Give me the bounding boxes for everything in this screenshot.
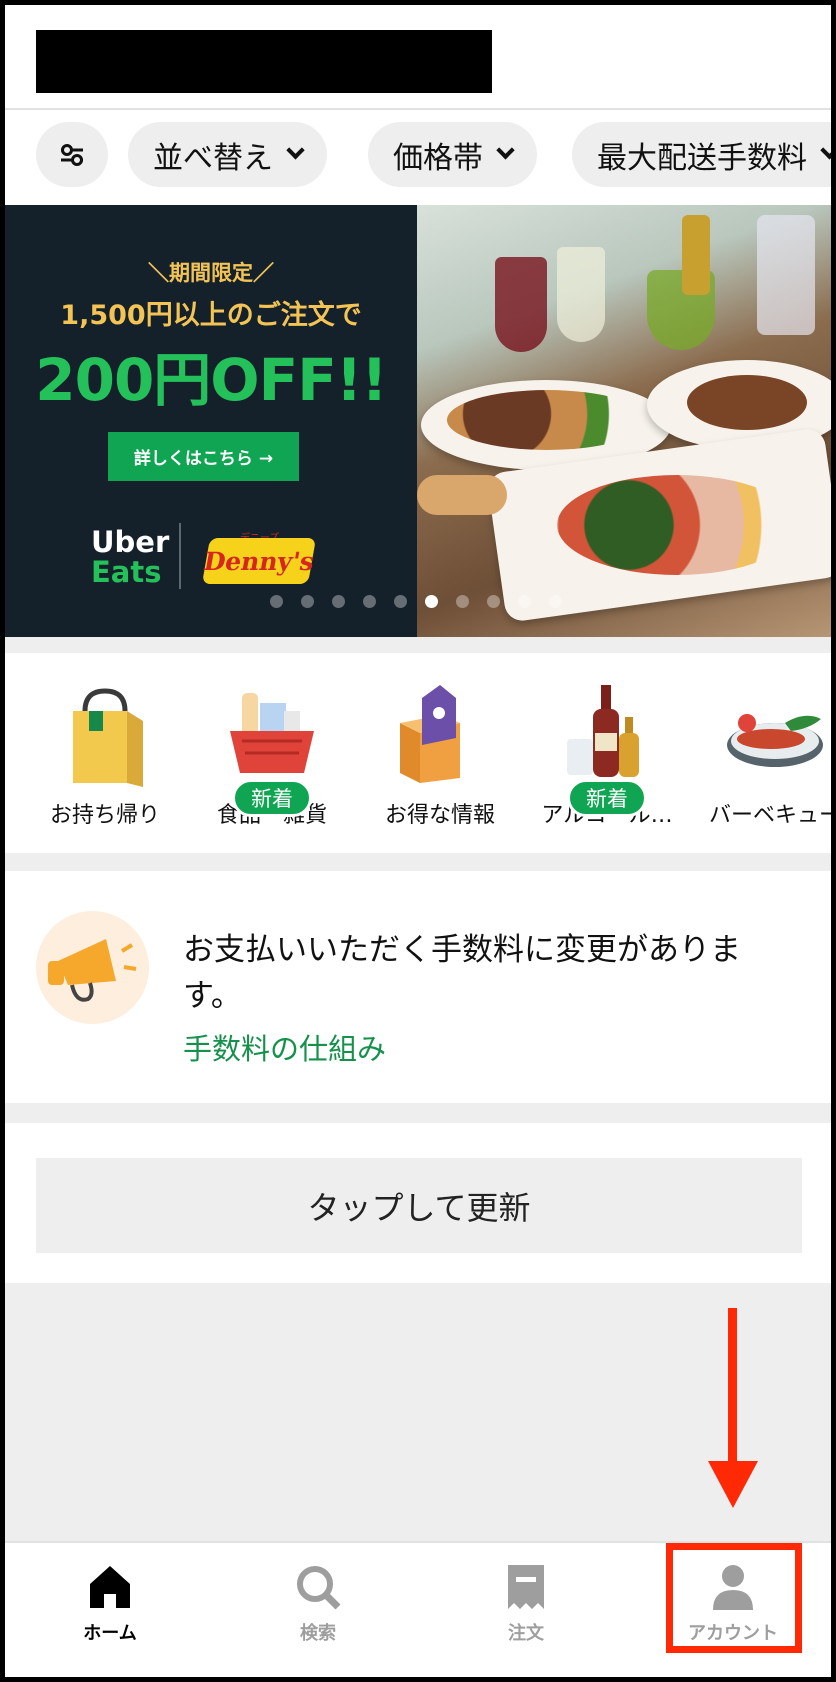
dennys-logo-text: Denny's: [201, 546, 317, 576]
megaphone-icon: [36, 911, 149, 1024]
wine-glass: [495, 257, 547, 352]
nav-orders[interactable]: 注文: [426, 1561, 626, 1645]
alcohol-bottles-icon: 新着: [557, 683, 657, 817]
salad-food: [557, 475, 797, 575]
carousel-dot[interactable]: [363, 595, 376, 608]
fee-notice-card: お支払いいただく手数料に変更があります。 手数料の仕組み: [5, 871, 831, 1103]
category-shortcuts: お持ち帰り 新着 食品・雑貨: [5, 653, 831, 853]
category-alcohol[interactable]: 新着 アルコール…: [523, 653, 691, 829]
app-frame: 並べ替え 価格帯 最大配送手数料 ＼期間限定／ 1,500円以上のご注文で 20…: [0, 0, 836, 1682]
deal-tag-box-icon: [390, 683, 490, 793]
promo-tag: ＼期間限定／: [148, 261, 274, 285]
bbq-plate-icon: [725, 683, 825, 793]
water-bottle: [757, 215, 815, 335]
carousel-dot[interactable]: [487, 595, 500, 608]
sliders-icon: [61, 143, 83, 166]
uber-eats-logo: Uber Eats: [91, 527, 169, 587]
tap-to-refresh-button[interactable]: タップして更新: [36, 1158, 802, 1253]
carousel-indicator: [270, 595, 562, 609]
annotation-highlight-box: [666, 1543, 802, 1653]
steak-food: [447, 390, 647, 450]
filter-settings-button[interactable]: [36, 122, 108, 187]
chevron-down-icon: [820, 141, 831, 160]
nav-search-label: 検索: [300, 1623, 336, 1644]
carousel-dot[interactable]: [518, 595, 531, 608]
oil-bottle: [682, 215, 710, 295]
promo-headline: 200円OFF!!: [35, 346, 388, 414]
filter-bar: 並べ替え 価格帯 最大配送手数料: [5, 113, 831, 203]
carousel-dot-active[interactable]: [425, 595, 438, 608]
top-bar: [5, 5, 831, 113]
new-badge: 新着: [567, 779, 647, 817]
carousel-dot[interactable]: [394, 595, 407, 608]
takeout-bag-icon: [55, 683, 155, 793]
category-label: お得な情報: [384, 803, 495, 828]
carousel-dot[interactable]: [549, 595, 562, 608]
home-icon: [10, 1561, 210, 1613]
sort-chip-label: 並べ替え: [153, 140, 273, 176]
redacted-address: [36, 30, 492, 93]
refresh-section: タップして更新: [5, 1123, 831, 1283]
nav-home[interactable]: ホーム: [10, 1561, 210, 1645]
logo-divider: [179, 523, 181, 589]
eats-logo-text: Eats: [91, 555, 162, 589]
section-divider: [5, 1103, 831, 1123]
max-delivery-fee-chip[interactable]: 最大配送手数料: [572, 122, 831, 187]
promo-details-button[interactable]: 詳しくはこちら →: [108, 432, 299, 481]
nav-home-label: ホーム: [83, 1623, 137, 1644]
category-grocery[interactable]: 新着 食品・雑貨: [188, 653, 356, 829]
top-divider: [5, 108, 831, 110]
dennys-logo: Denny's: [201, 538, 317, 584]
carousel-dot[interactable]: [332, 595, 345, 608]
new-badge: 新着: [232, 779, 312, 817]
annotation-arrow-head: [708, 1461, 758, 1508]
fee-notice-text: お支払いいただく手数料に変更があります。: [183, 932, 741, 1014]
promo-food-photo: [417, 205, 831, 637]
max-delivery-fee-chip-label: 最大配送手数料: [597, 140, 807, 176]
category-label: バーベキュー: [708, 803, 831, 828]
price-range-chip[interactable]: 価格帯: [368, 122, 537, 187]
chevron-down-icon: [286, 141, 305, 160]
wine-glass: [557, 247, 605, 342]
category-takeout[interactable]: お持ち帰り: [21, 653, 189, 829]
promo-condition: 1,500円以上のご注文で: [60, 300, 362, 331]
promo-banner-text-panel: ＼期間限定／ 1,500円以上のご注文で 200円OFF!! 詳しくはこちら →…: [5, 205, 417, 637]
promo-banner[interactable]: ＼期間限定／ 1,500円以上のご注文で 200円OFF!! 詳しくはこちら →…: [5, 205, 831, 637]
search-icon: [218, 1561, 418, 1613]
bread-food: [417, 475, 507, 515]
sort-chip[interactable]: 並べ替え: [128, 122, 327, 187]
grocery-basket-icon: 新着: [222, 683, 322, 817]
nav-search[interactable]: 検索: [218, 1561, 418, 1645]
annotation-arrow-shaft: [728, 1308, 737, 1463]
section-divider: [5, 853, 831, 871]
carousel-dot[interactable]: [456, 595, 469, 608]
category-deals[interactable]: お得な情報: [356, 653, 524, 829]
uber-logo-text: Uber: [91, 525, 170, 559]
category-label: お持ち帰り: [49, 803, 160, 828]
chevron-down-icon: [496, 141, 515, 160]
price-range-chip-label: 価格帯: [393, 140, 483, 176]
hamburg-food: [687, 375, 807, 430]
nav-orders-label: 注文: [508, 1623, 544, 1644]
receipt-icon: [426, 1561, 626, 1613]
fee-structure-link[interactable]: 手数料の仕組み: [183, 1026, 386, 1068]
carousel-dot[interactable]: [301, 595, 314, 608]
section-divider: [5, 637, 831, 653]
category-bbq[interactable]: バーベキュー: [691, 653, 831, 829]
carousel-dot[interactable]: [270, 595, 283, 608]
